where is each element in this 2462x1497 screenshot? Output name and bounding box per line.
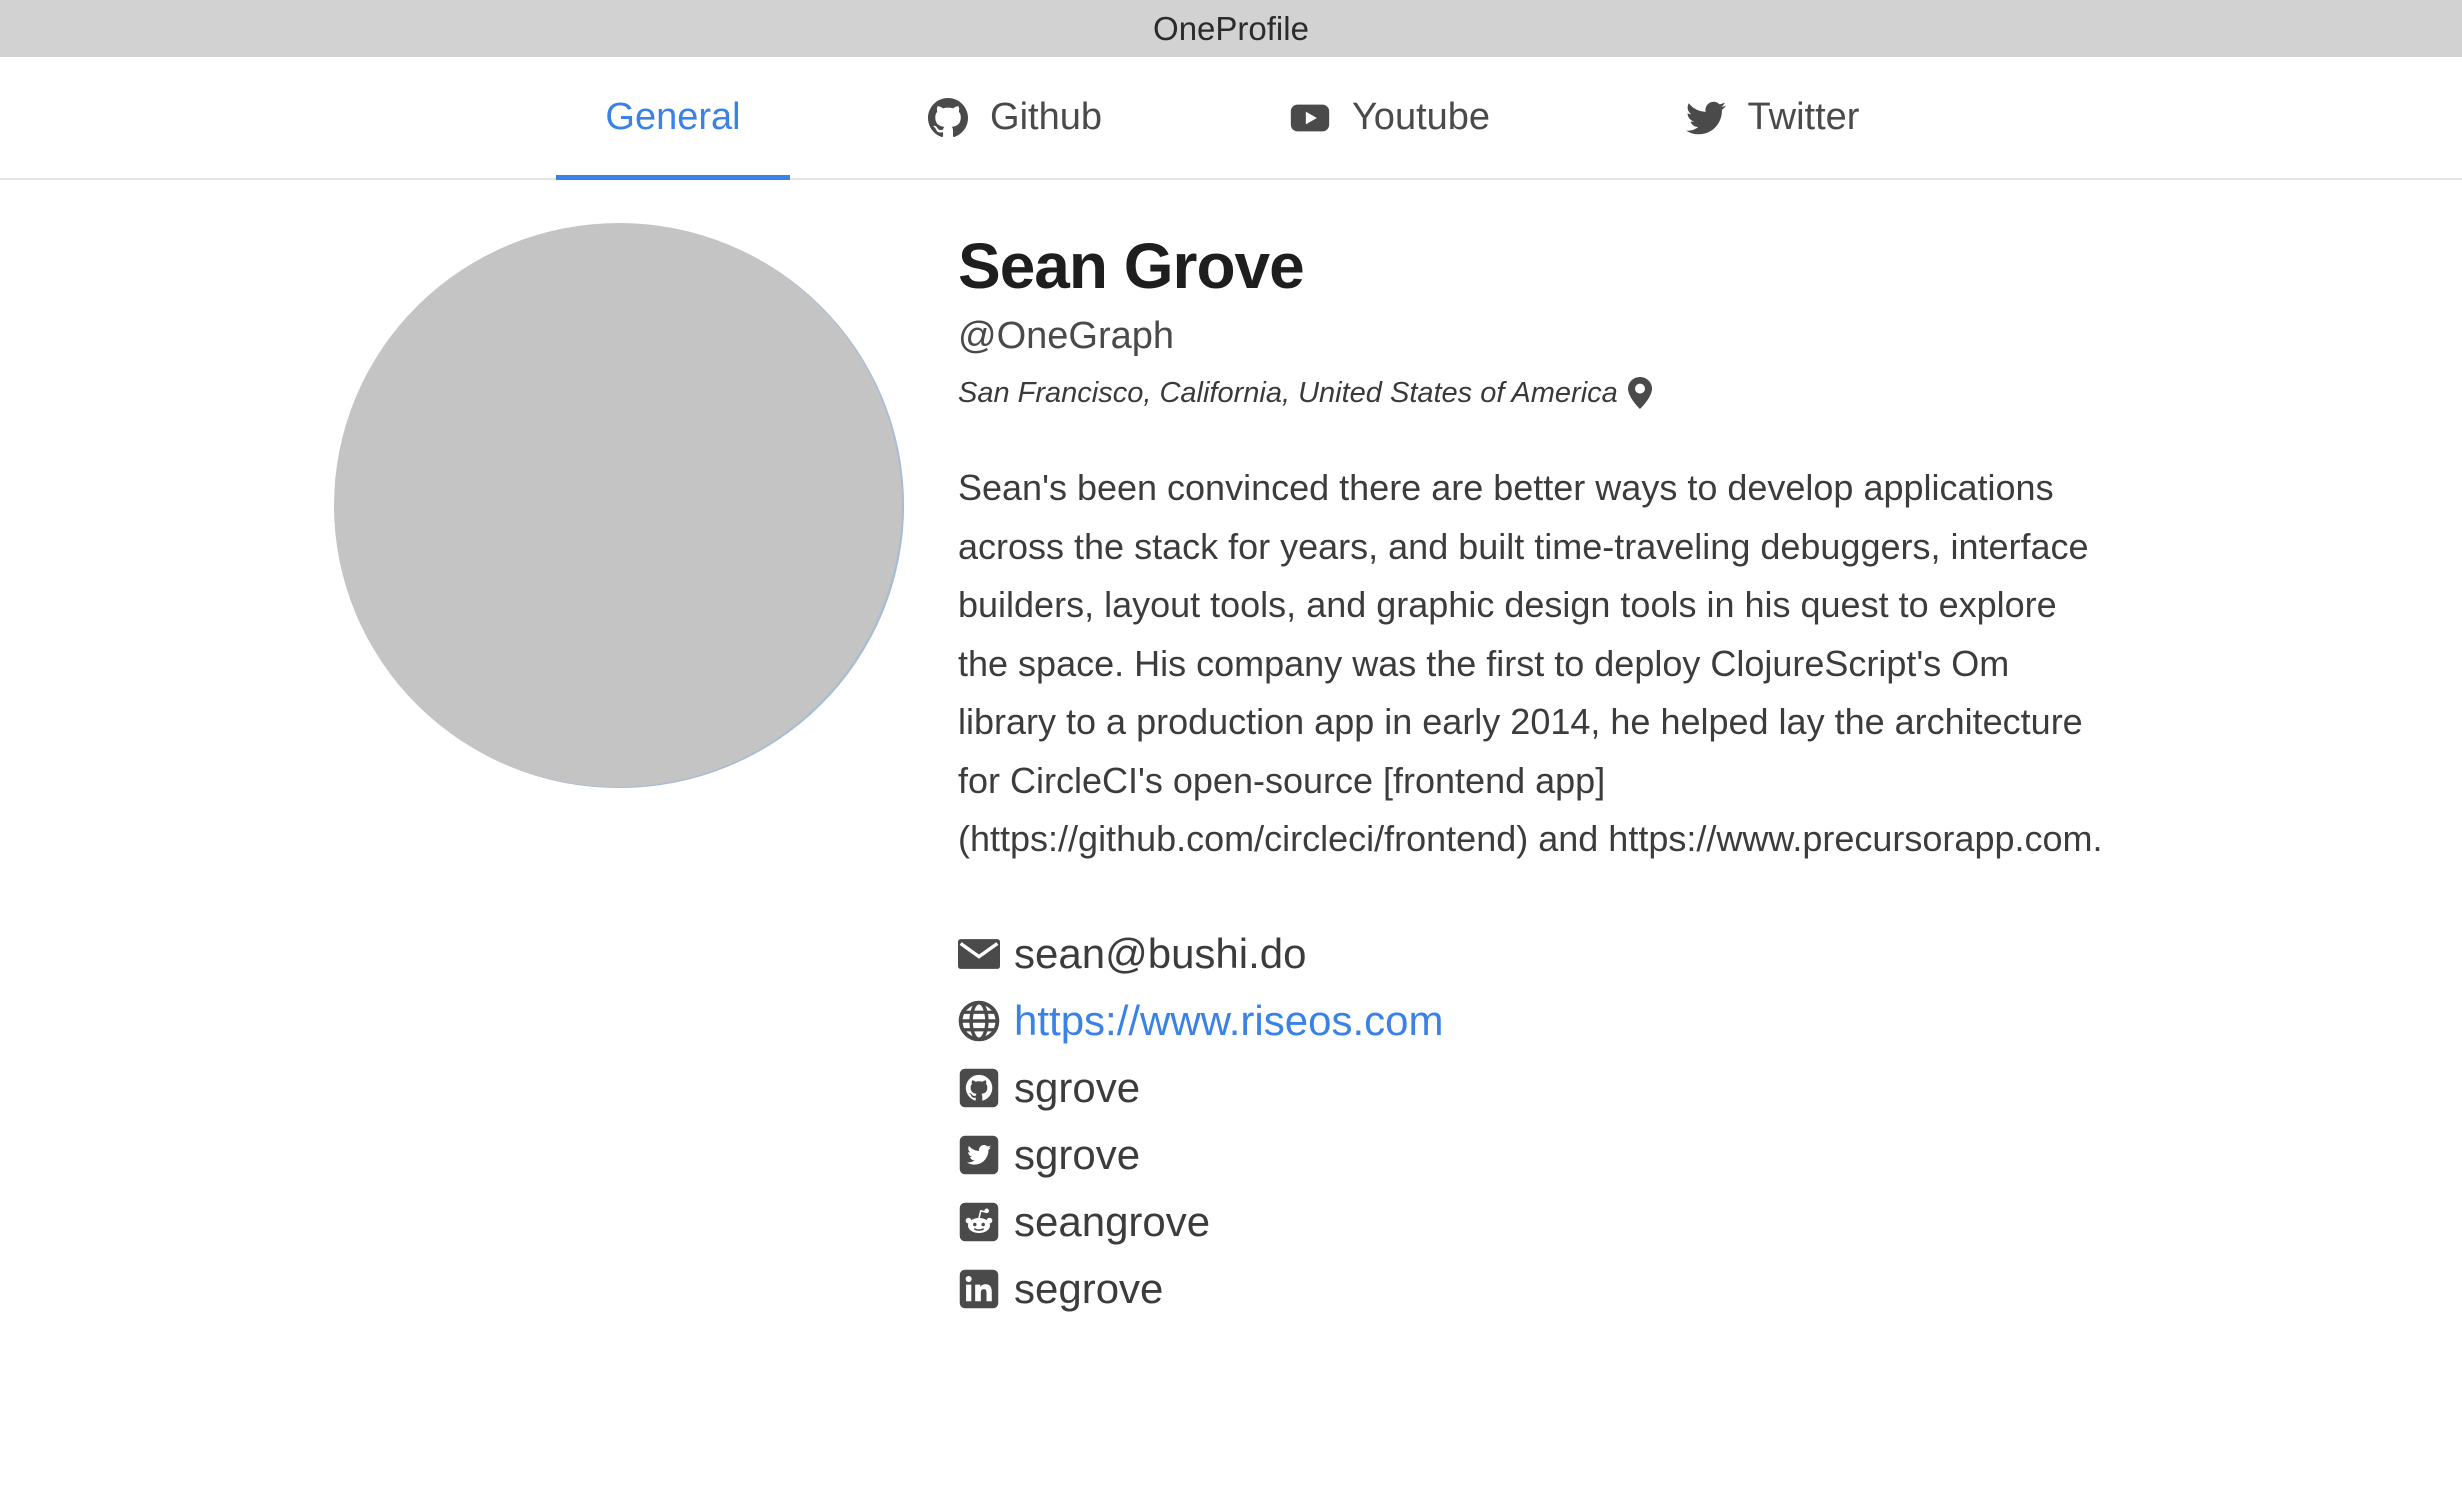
contact-website: https://www.riseos.com	[958, 988, 2148, 1055]
tab-general[interactable]: General	[556, 57, 790, 180]
profile-bio: Sean's been convinced there are better w…	[958, 467, 2103, 859]
reddit-square-icon	[959, 1202, 999, 1242]
contact-linkedin-text[interactable]: segrove	[1014, 1265, 1163, 1313]
window-title: OneProfile	[1153, 9, 1309, 47]
profile-name: Sean Grove	[958, 230, 1305, 302]
contact-linkedin: segrove	[958, 1256, 2148, 1323]
twitter-icon	[1685, 101, 1726, 134]
window-titlebar: OneProfile	[0, 0, 2462, 57]
contact-github: sgrove	[958, 1055, 2148, 1122]
globe-icon	[958, 1000, 1000, 1042]
contact-email-text[interactable]: sean@bushi.do	[1014, 930, 1307, 978]
location-text: San Francisco, California, United States…	[958, 377, 1618, 409]
map-pin-icon	[1627, 377, 1652, 409]
contact-twitter: sgrove	[958, 1122, 2148, 1189]
envelope-icon	[958, 939, 1000, 969]
profile-handle: @OneGraph	[958, 315, 1175, 357]
tab-youtube[interactable]: Youtube	[1275, 57, 1505, 178]
tab-github-label: Github	[990, 96, 1102, 138]
github-square-icon	[959, 1068, 999, 1108]
contact-list: sean@bushi.do https://www.riseos.com sgr…	[958, 921, 2148, 1323]
avatar	[334, 223, 904, 788]
tab-general-label: General	[605, 96, 741, 138]
contact-github-text[interactable]: sgrove	[1014, 1064, 1140, 1112]
tab-twitter-label: Twitter	[1747, 96, 1860, 138]
contact-twitter-text[interactable]: sgrove	[1014, 1131, 1140, 1179]
tab-youtube-label: Youtube	[1351, 96, 1491, 138]
github-icon	[928, 97, 969, 137]
tab-twitter[interactable]: Twitter	[1665, 57, 1880, 178]
profile-card: Sean Grove @OneGraph San Francisco, Cali…	[958, 223, 2148, 1323]
tab-github[interactable]: Github	[910, 57, 1120, 178]
twitter-square-icon	[959, 1135, 999, 1175]
profile-location: San Francisco, California, United States…	[958, 367, 2148, 419]
contact-reddit: seangrove	[958, 1189, 2148, 1256]
contact-reddit-text[interactable]: seangrove	[1014, 1198, 1210, 1246]
contact-email: sean@bushi.do	[958, 921, 2148, 988]
tab-bar: General Github Youtube Twitter	[0, 57, 2462, 180]
linkedin-square-icon	[959, 1269, 999, 1309]
website-link[interactable]: https://www.riseos.com	[1014, 997, 1443, 1045]
youtube-icon	[1290, 104, 1330, 131]
